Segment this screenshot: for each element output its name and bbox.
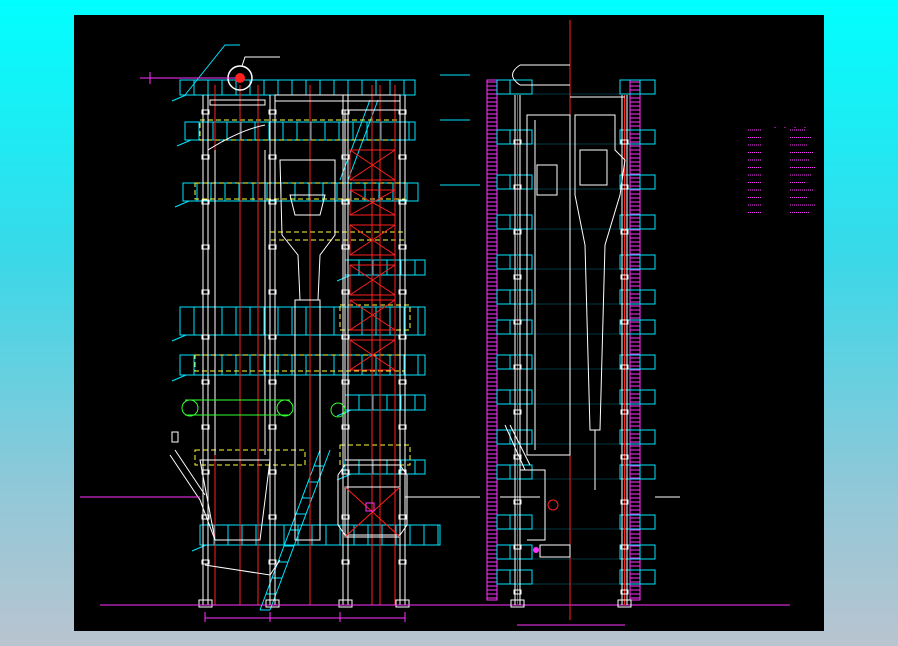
air-duct <box>185 399 290 416</box>
drum-level-callout <box>140 72 235 84</box>
platform-bracket <box>336 274 352 282</box>
platform-bracket <box>191 544 207 552</box>
valve <box>171 431 179 443</box>
drum-side-view <box>512 64 570 86</box>
roof-beam <box>274 94 401 102</box>
platform-frame <box>344 459 426 475</box>
platform-bracket <box>176 139 192 147</box>
roof-beam <box>209 99 266 106</box>
furnace-wall <box>207 124 266 455</box>
platform-bracket <box>171 374 187 382</box>
hidden-band <box>194 182 406 200</box>
boiler-elevation-drawing <box>80 20 816 626</box>
hidden-band <box>269 231 406 241</box>
column-base <box>395 599 410 608</box>
airbox <box>539 544 571 558</box>
platform-frame <box>344 259 426 276</box>
drum-center <box>235 73 245 83</box>
platform-left <box>496 79 533 95</box>
hidden-band <box>194 449 306 466</box>
platform-bracket <box>336 473 352 481</box>
opening <box>536 164 558 196</box>
platform-right <box>619 464 656 480</box>
duct-end <box>181 399 199 417</box>
column-base <box>198 599 213 608</box>
hidden-band <box>199 119 401 141</box>
cyclone-separator <box>279 159 336 301</box>
platform-frame <box>179 306 426 336</box>
platform-frame <box>344 394 426 411</box>
column-base <box>338 599 353 608</box>
platform-bracket <box>174 200 190 208</box>
platform-bracket <box>171 94 187 102</box>
cyclone-side <box>574 114 626 431</box>
marker <box>533 547 539 553</box>
manhole <box>547 499 559 511</box>
duct-end <box>276 399 294 417</box>
downcomer <box>294 299 321 541</box>
platform-bracket <box>171 334 187 342</box>
platform-frame <box>182 182 419 202</box>
platform-right <box>619 544 656 560</box>
cyclone-outlet <box>579 149 608 186</box>
hidden-band <box>194 354 406 372</box>
steam-pipe <box>241 56 280 67</box>
